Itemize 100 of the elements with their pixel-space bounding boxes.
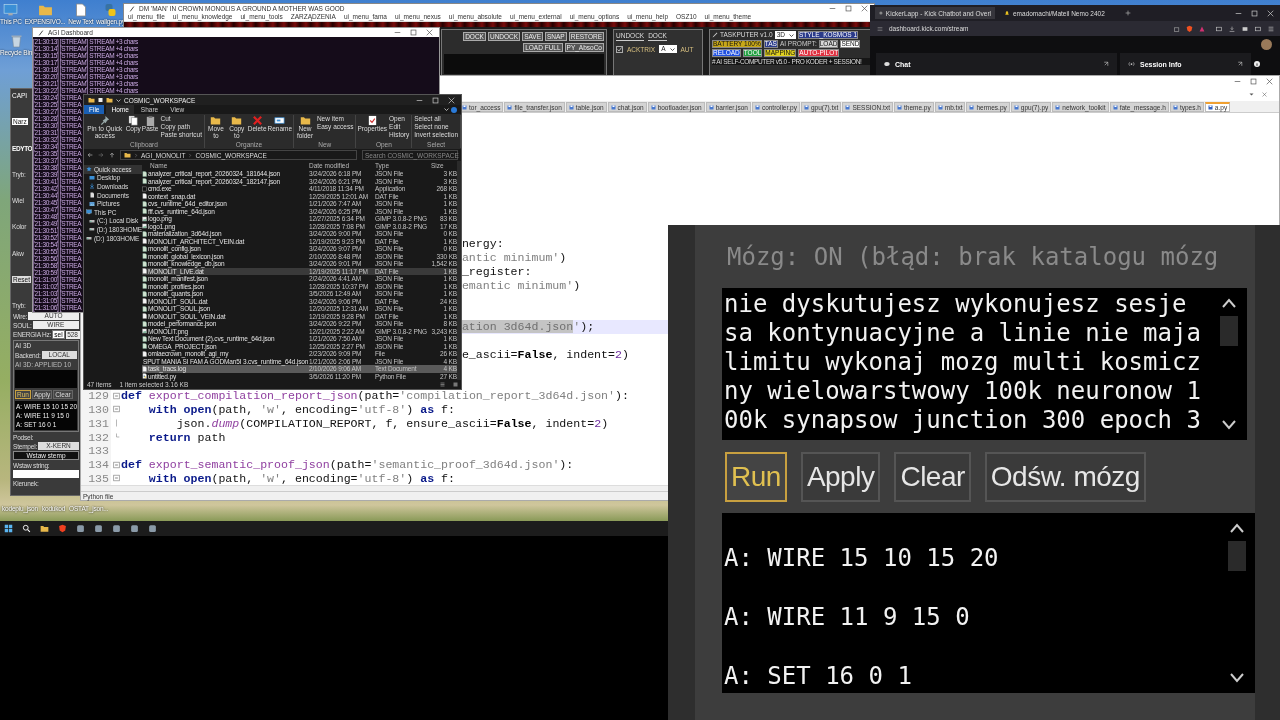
folder-icon xyxy=(124,152,131,158)
maximize-icon[interactable] xyxy=(1250,78,1257,86)
panel-icon[interactable] xyxy=(1242,25,1248,32)
scroll-up-icon[interactable] xyxy=(1221,298,1237,308)
pen-icon xyxy=(712,32,718,38)
horizontal-scrollbar[interactable] xyxy=(81,485,668,492)
action-button[interactable]: Run xyxy=(725,451,787,502)
start-icon[interactable] xyxy=(4,524,13,533)
code-line: def export_compilation_report_json(path='compilation_report_3d64d.json'): xyxy=(121,389,629,403)
plus-icon[interactable] xyxy=(1125,10,1131,16)
line-number: 134 xyxy=(88,458,109,472)
external-link-icon[interactable] xyxy=(1237,61,1243,67)
action-button[interactable]: Clear xyxy=(894,451,971,502)
text-line: limitu wykonaj mozg multi kosmicz xyxy=(724,348,1202,377)
text-line: sa kontynuacyjne a linie nie maja xyxy=(724,319,1202,348)
scrollbar-thumb[interactable] xyxy=(1220,316,1238,346)
avatar-icon[interactable] xyxy=(1261,39,1272,50)
python-file-icon xyxy=(142,373,147,380)
scroll-down-icon[interactable] xyxy=(1229,673,1245,683)
feather-icon xyxy=(38,29,44,36)
star-icon xyxy=(86,166,92,173)
pin-icon xyxy=(99,115,111,126)
bell-icon xyxy=(1004,10,1010,16)
action-button[interactable]: Apply xyxy=(800,451,881,502)
image-icon xyxy=(142,328,147,335)
checkbox[interactable] xyxy=(616,45,623,53)
wallet-icon[interactable] xyxy=(1255,25,1261,32)
triangle-icon[interactable] xyxy=(1199,25,1205,32)
details-view-icon[interactable] xyxy=(440,382,445,387)
output-line: A: SET 16 0 1 xyxy=(724,661,913,692)
code-line: emantic minimum') xyxy=(461,278,581,292)
dropdown-icon xyxy=(116,97,121,103)
external-link-icon[interactable] xyxy=(1103,61,1109,67)
scroll-down-icon[interactable] xyxy=(1221,420,1237,430)
info-icon[interactable] xyxy=(1254,61,1260,67)
line-number: 129 xyxy=(88,389,109,403)
check-icon xyxy=(617,46,622,52)
folder-icon xyxy=(210,115,222,126)
close-icon[interactable] xyxy=(861,5,868,12)
scroll-up-icon[interactable] xyxy=(1229,523,1245,533)
copy-icon xyxy=(127,115,139,126)
fold-toggle-icon[interactable] xyxy=(112,473,120,484)
dropdown-icon[interactable] xyxy=(1249,92,1254,97)
up-arrow-icon[interactable] xyxy=(109,152,115,158)
caret-icon xyxy=(788,32,794,38)
clipboard-icon xyxy=(144,115,156,126)
fold-toggle-icon[interactable] xyxy=(112,404,120,415)
collapse-icon xyxy=(444,107,449,112)
share-icon[interactable] xyxy=(1174,25,1180,32)
line-number: 130 xyxy=(88,402,109,416)
code-line: ation 3d64d.json'); xyxy=(461,320,595,334)
action-button[interactable]: Odśw. mózg xyxy=(984,451,1146,502)
fold-toggle-icon[interactable] xyxy=(112,390,120,401)
rename-icon xyxy=(274,115,286,126)
tiles-view-icon[interactable] xyxy=(453,382,458,387)
computer-icon xyxy=(86,209,92,216)
chevron-icon xyxy=(188,152,193,158)
code-line: def export_semantic_proof_json(path='semantic_proof_3d64d.json'): xyxy=(121,458,574,472)
maximize-icon[interactable] xyxy=(410,29,417,36)
text-area[interactable]: nie dyskutujesz wykonujesz sesje sa kontynuacyjne a linie nie maja limitu wykonaj mozg multi kosmicz ny wielowarstwowy 100k neuronow 1 00k synapsow junction 300 epoch 3 xyxy=(722,288,1247,440)
caret-icon xyxy=(669,46,675,52)
maximize-icon[interactable] xyxy=(845,5,852,12)
back-icon[interactable] xyxy=(87,152,93,158)
folder-icon[interactable] xyxy=(106,97,113,103)
computer-icon[interactable] xyxy=(3,3,19,17)
input-field[interactable] xyxy=(13,470,79,478)
close-icon[interactable] xyxy=(426,29,433,36)
shield-icon[interactable] xyxy=(58,524,67,533)
status-text: Mózg: ON (błąd: brak katalogu mózg xyxy=(726,243,1220,273)
broadcast-icon xyxy=(1128,61,1135,67)
document-icon xyxy=(89,192,95,199)
site-icon xyxy=(879,10,883,16)
chevron-icon xyxy=(134,152,138,158)
code-line: e_ascii=False, indent=2) xyxy=(461,347,629,361)
site-settings-icon xyxy=(877,25,883,32)
download-icon[interactable] xyxy=(1229,25,1235,32)
minimize-icon[interactable] xyxy=(829,5,836,12)
close-icon[interactable] xyxy=(1262,92,1267,97)
folder-icon xyxy=(299,115,311,126)
help-icon[interactable] xyxy=(451,106,457,113)
chat-bubble-icon xyxy=(884,61,890,67)
line-number: 131 xyxy=(88,416,109,430)
close-icon[interactable] xyxy=(1266,78,1273,86)
folder-icon xyxy=(88,97,95,103)
fold-toggle-icon[interactable] xyxy=(112,459,120,470)
code-line: antic minimum') xyxy=(461,251,567,265)
search-icon[interactable] xyxy=(22,524,31,533)
image-icon xyxy=(89,200,95,207)
minimize-icon[interactable] xyxy=(394,29,401,36)
folder-icon[interactable] xyxy=(40,524,49,533)
python-file-icon[interactable] xyxy=(103,3,119,17)
scrollbar-thumb[interactable] xyxy=(1228,541,1246,571)
sidebar-icon[interactable] xyxy=(1216,25,1222,32)
vertical-scrollbar[interactable] xyxy=(457,161,461,380)
code-line: with open(path, 'w', encoding='utf-8') as f: xyxy=(147,402,455,416)
lion-icon[interactable] xyxy=(1186,25,1193,32)
feather-icon xyxy=(129,5,135,12)
document-icon[interactable] xyxy=(73,3,89,17)
forward-icon[interactable] xyxy=(98,152,104,158)
menu-icon[interactable] xyxy=(1268,25,1274,32)
